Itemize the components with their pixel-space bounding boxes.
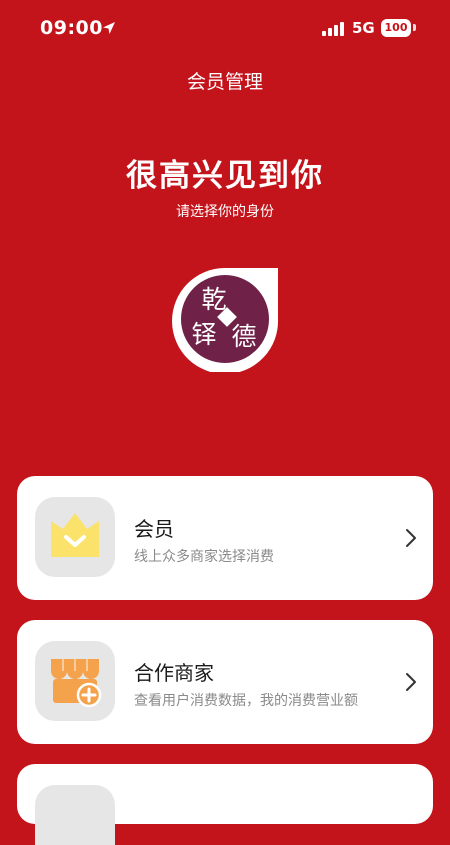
location-arrow-icon — [103, 22, 115, 34]
battery-tip — [413, 24, 416, 31]
chevron-right-icon — [406, 673, 416, 691]
role-card-member[interactable]: 会员 线上众多商家选择消费 — [17, 476, 433, 600]
chevron-right-icon — [406, 529, 416, 547]
cellular-signal-icon — [322, 22, 344, 36]
role-icon-container — [35, 641, 115, 721]
crown-icon — [51, 513, 99, 557]
logo-char-1: 乾 — [201, 285, 226, 314]
role-icon-container — [35, 497, 115, 577]
welcome-subline: 请选择你的身份 — [176, 204, 274, 220]
role-title: 合作商家 — [134, 661, 214, 685]
role-card-merchant[interactable]: 合作商家 查看用户消费数据，我的消费营业额 — [17, 620, 433, 744]
brand-logo: 乾 铎 德 — [172, 268, 279, 372]
welcome-headline: 很高兴见到你 — [126, 158, 324, 194]
network-type: 5G — [352, 19, 375, 37]
role-card-third[interactable] — [17, 764, 433, 845]
logo-char-2: 铎 — [191, 320, 216, 349]
role-icon-container — [35, 785, 115, 845]
battery-indicator: 100 — [381, 19, 411, 37]
page-title: 会员管理 — [186, 71, 263, 93]
status-time: 09:00 — [40, 17, 103, 39]
role-description: 查看用户消费数据，我的消费营业额 — [134, 693, 358, 709]
logo-char-3: 德 — [231, 322, 256, 351]
role-description: 线上众多商家选择消费 — [134, 549, 274, 565]
status-bar: 09:00 5G 100 — [0, 0, 450, 58]
role-title: 会员 — [134, 517, 174, 541]
store-icon — [51, 659, 102, 708]
